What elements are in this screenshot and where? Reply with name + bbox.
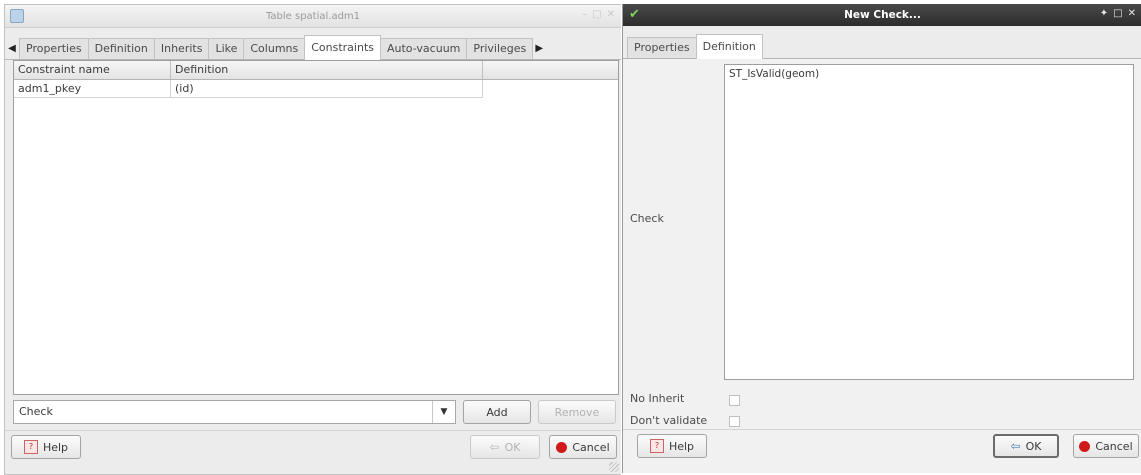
red-dot-icon — [1079, 440, 1091, 452]
table-properties-window: Table spatial.adm1 – □ ✕ ◀ Properties De… — [4, 4, 621, 475]
no-inherit-checkbox[interactable] — [729, 395, 740, 406]
new-check-dialog: ✔ New Check... ✦ □ ✕ Properties Definiti… — [622, 4, 1141, 473]
tab-scroll-left-icon[interactable]: ◀ — [5, 37, 19, 59]
button-separator — [5, 430, 621, 431]
column-header-constraint-name[interactable]: Constraint name — [14, 61, 171, 79]
right-titlebar[interactable]: ✔ New Check... ✦ □ ✕ — [623, 4, 1141, 26]
ok-button-label: OK — [504, 440, 521, 454]
cancel-button-label: Cancel — [572, 440, 610, 454]
red-dot-icon — [556, 441, 568, 453]
no-inherit-label: No Inherit — [630, 392, 685, 405]
ok-button-label: OK — [1025, 439, 1042, 453]
maximize-icon[interactable]: □ — [592, 9, 601, 20]
help-button-label: Help — [42, 440, 69, 454]
tab-inherits[interactable]: Inherits — [153, 38, 210, 59]
left-titlebar[interactable]: Table spatial.adm1 – □ ✕ — [5, 5, 621, 28]
ok-button[interactable]: ⇦ OK — [993, 434, 1059, 458]
maximize-icon[interactable]: □ — [1113, 8, 1122, 19]
add-button[interactable]: Add — [463, 400, 531, 424]
pin-icon[interactable]: ✦ — [1100, 8, 1108, 19]
constraint-type-select[interactable]: Check ▼ — [13, 400, 456, 424]
remove-button-label: Remove — [554, 405, 600, 419]
left-window-controls: – □ ✕ — [582, 9, 615, 20]
help-button[interactable]: ? Help — [637, 434, 707, 458]
help-button-label: Help — [668, 439, 695, 453]
left-tab-bar: ◀ Properties Definition Inherits Like Co… — [5, 34, 621, 60]
right-window-title: New Check... — [844, 9, 921, 21]
right-tab-bar: Properties Definition — [623, 33, 1141, 59]
close-icon[interactable]: ✕ — [1128, 8, 1136, 19]
chevron-down-icon[interactable]: ▼ — [432, 401, 455, 423]
cancel-button[interactable]: Cancel — [1073, 434, 1139, 458]
constraint-type-value: Check — [19, 405, 53, 418]
constraint-definition-cell: (id) — [171, 80, 483, 97]
tab-constraints[interactable]: Constraints — [304, 35, 381, 60]
constraint-name-cell: adm1_pkey — [14, 80, 171, 97]
help-icon: ? — [649, 439, 664, 453]
tab-privileges[interactable]: Privileges — [466, 38, 534, 59]
constraints-grid[interactable]: Constraint name Definition adm1_pkey (id… — [13, 60, 619, 395]
tab-properties[interactable]: Properties — [19, 38, 89, 59]
check-expression-input[interactable]: ST_IsValid(geom) — [724, 64, 1134, 380]
dont-validate-label: Don't validate — [630, 414, 708, 427]
tab-columns[interactable]: Columns — [243, 38, 306, 59]
cancel-button-label: Cancel — [1095, 439, 1133, 453]
tab-like[interactable]: Like — [208, 38, 245, 59]
ok-arrow-icon: ⇦ — [1010, 439, 1021, 453]
right-window-controls: ✦ □ ✕ — [1100, 8, 1136, 19]
check-label: Check — [630, 212, 664, 225]
table-row[interactable]: adm1_pkey (id) — [14, 80, 483, 98]
resize-grip-icon[interactable] — [609, 462, 619, 472]
ok-arrow-icon: ⇦ — [489, 440, 500, 454]
button-separator — [623, 429, 1141, 430]
tab-definition[interactable]: Definition — [695, 34, 763, 59]
dont-validate-checkbox[interactable] — [729, 416, 740, 427]
tab-scroll-right-icon[interactable]: ▶ — [532, 37, 546, 59]
grid-header: Constraint name Definition — [14, 61, 618, 80]
ok-button[interactable]: ⇦ OK — [470, 435, 540, 459]
column-header-definition[interactable]: Definition — [171, 61, 483, 79]
help-button[interactable]: ? Help — [11, 435, 81, 459]
tab-definition[interactable]: Definition — [87, 38, 155, 59]
tab-auto-vacuum[interactable]: Auto-vacuum — [380, 38, 468, 59]
close-icon[interactable]: ✕ — [607, 9, 615, 20]
remove-button[interactable]: Remove — [538, 400, 616, 424]
left-window-title: Table spatial.adm1 — [265, 10, 361, 22]
tab-properties[interactable]: Properties — [627, 37, 697, 58]
add-button-label: Add — [486, 405, 508, 419]
help-icon: ? — [23, 440, 38, 454]
cancel-button[interactable]: Cancel — [549, 435, 617, 459]
minimize-icon[interactable]: – — [582, 9, 587, 20]
